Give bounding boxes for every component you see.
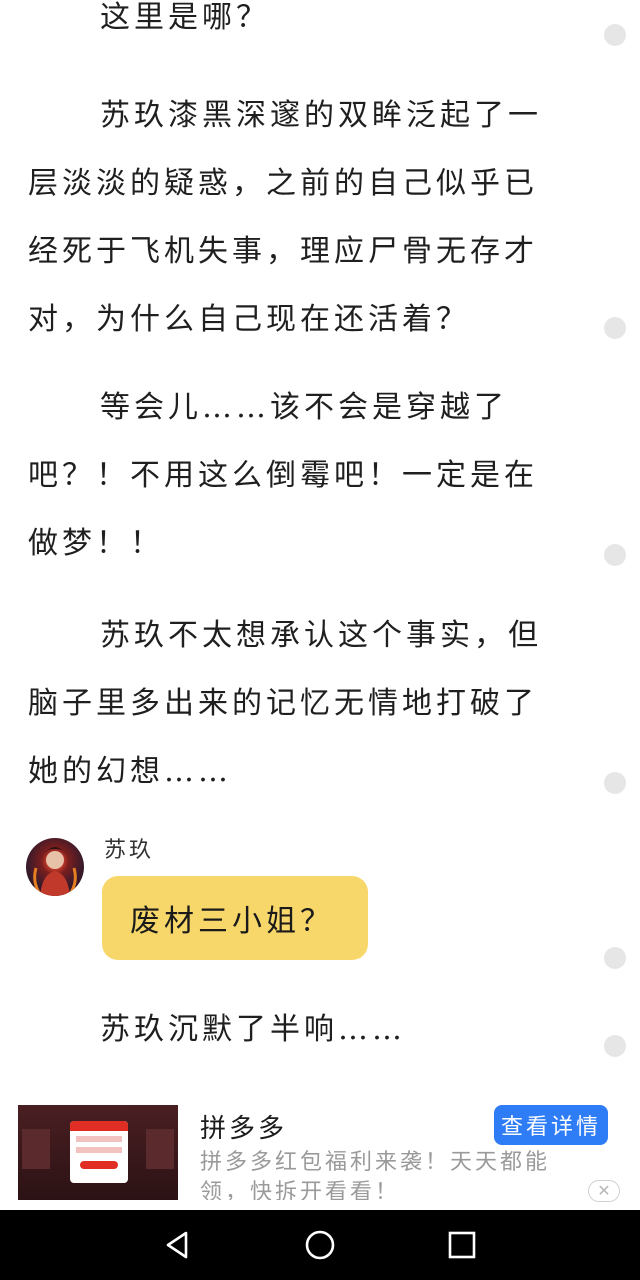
paragraph-comment-dot[interactable] <box>604 772 626 794</box>
paragraph-comment-dot[interactable] <box>604 1035 626 1057</box>
paragraph-5: 苏玖沉默了半响…… <box>100 1012 406 1047</box>
paragraph-4: 苏玖不太想承认这个事实，但脑子里多出来的记忆无情地打破了她的幻想…… <box>28 618 542 789</box>
system-navigation-bar <box>0 1210 640 1280</box>
close-icon[interactable]: ✕ <box>588 1180 620 1202</box>
recents-icon[interactable] <box>444 1227 480 1263</box>
paragraph-comment-dot[interactable] <box>604 24 626 46</box>
home-icon[interactable] <box>302 1227 338 1263</box>
paragraph-comment-dot[interactable] <box>604 544 626 566</box>
speaker-avatar[interactable] <box>26 838 84 896</box>
ad-banner[interactable]: 拼多多 拼多多红包福利来袭！天天都能领，快拆开看看！ 查看详情 ✕ <box>0 1100 640 1210</box>
back-icon[interactable] <box>160 1227 196 1263</box>
dialogue-bubble: 废材三小姐？ <box>102 876 368 960</box>
paragraph-comment-dot[interactable] <box>604 947 626 969</box>
view-details-button[interactable]: 查看详情 <box>494 1105 608 1145</box>
speaker-name: 苏玖 <box>104 838 155 863</box>
paragraph-3: 等会儿……该不会是穿越了吧？！不用这么倒霉吧！一定是在做梦！！ <box>28 390 538 561</box>
ad-title: 拼多多 <box>200 1114 288 1144</box>
paragraph-comment-dot[interactable] <box>604 317 626 339</box>
paragraph-2: 苏玖漆黑深邃的双眸泛起了一层淡淡的疑惑，之前的自己似乎已经死于飞机失事，理应尸骨… <box>28 98 542 337</box>
ad-description: 拼多多红包福利来袭！天天都能领，快拆开看看！ <box>200 1150 551 1200</box>
ad-thumbnail[interactable] <box>18 1105 178 1200</box>
reader-content[interactable]: 这里是哪？ 苏玖漆黑深邃的双眸泛起了一层淡淡的疑惑，之前的自己似乎已经死于飞机失… <box>0 0 640 1100</box>
paragraph-1: 这里是哪？ <box>100 0 270 35</box>
